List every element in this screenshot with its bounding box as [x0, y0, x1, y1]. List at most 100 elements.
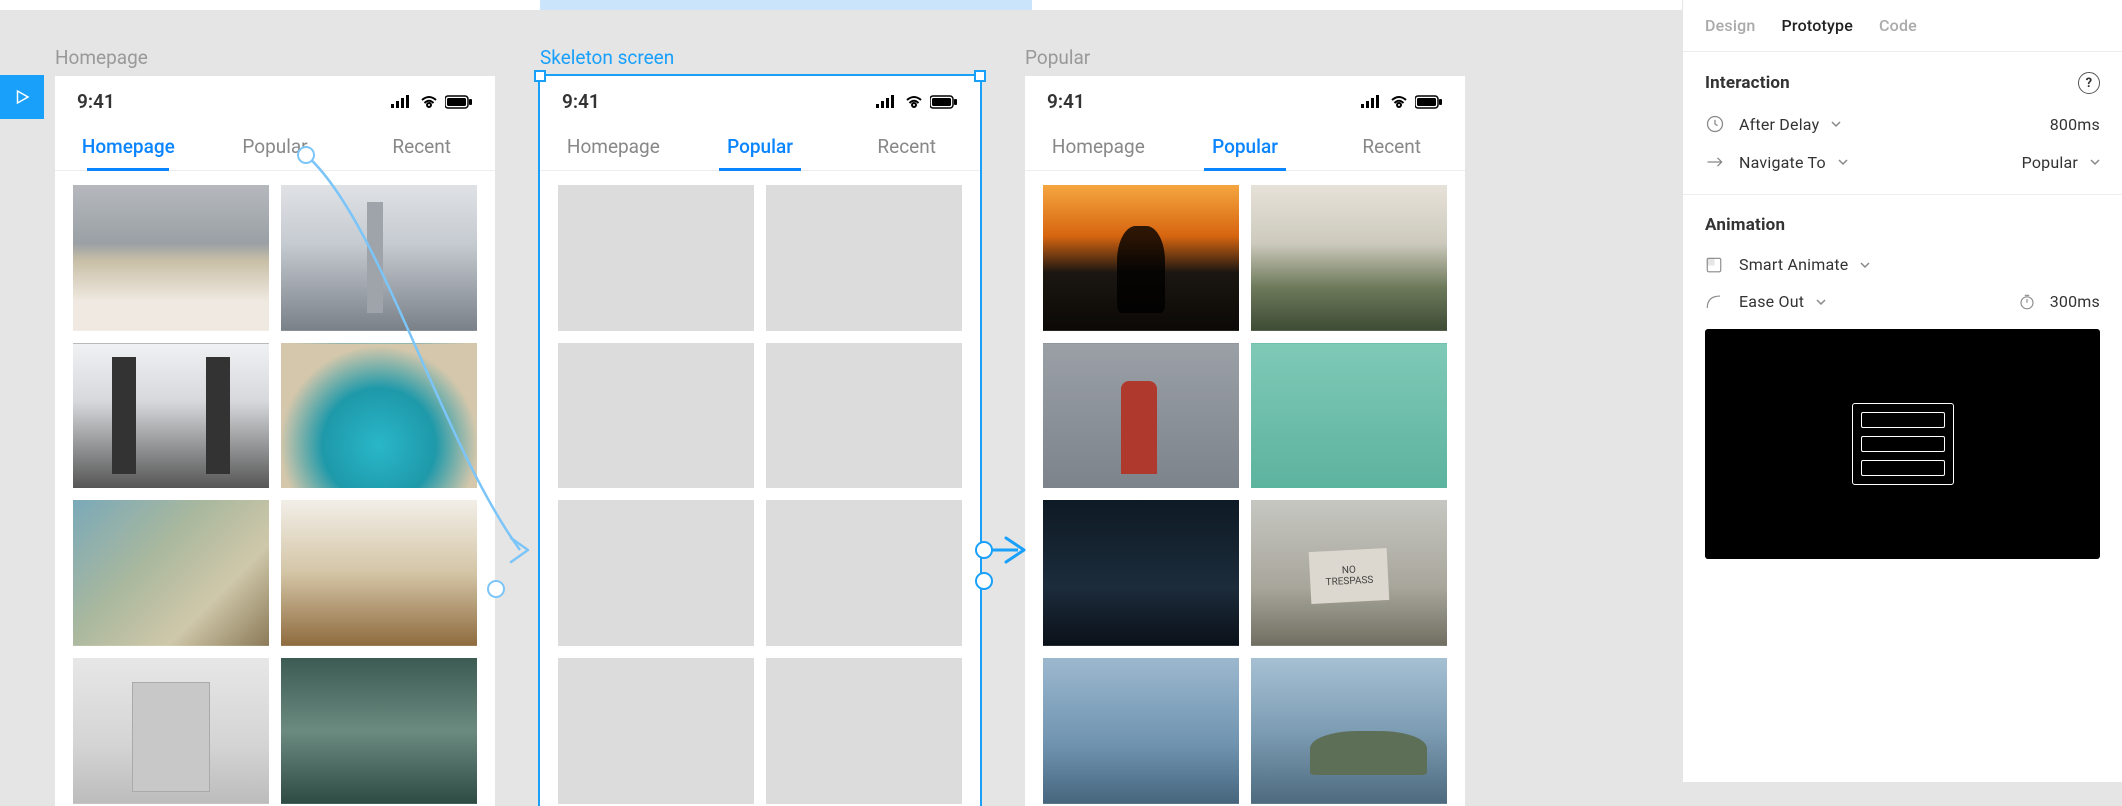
grid-image[interactable] — [1043, 500, 1239, 646]
frame-label-popular[interactable]: Popular — [1025, 46, 1090, 69]
action-target[interactable]: Popular — [2022, 153, 2078, 172]
frame-label-skeleton[interactable]: Skeleton screen — [540, 46, 674, 69]
selection-handle[interactable] — [974, 70, 986, 82]
prototype-node[interactable] — [487, 580, 505, 598]
chevron-down-icon — [1831, 119, 1841, 129]
grid-image[interactable] — [281, 343, 477, 489]
arrow-right-icon — [1705, 152, 1739, 172]
tab-homepage[interactable]: Homepage — [55, 125, 202, 170]
preview-graphic — [1852, 403, 1954, 485]
canvas[interactable]: Homepage 9:41 Homepage Popular Recent — [0, 10, 1682, 782]
skeleton-cell — [558, 500, 754, 646]
panel-tabs: Design Prototype Code — [1683, 0, 2122, 52]
wifi-icon — [1389, 95, 1409, 109]
prototype-node[interactable] — [975, 572, 993, 590]
frame-popular[interactable]: 9:41 Homepage Popular Recent — [1025, 76, 1465, 806]
skeleton-cell — [558, 343, 754, 489]
tab-recent[interactable]: Recent — [833, 125, 980, 170]
trigger-label: After Delay — [1739, 115, 1819, 134]
animation-preview[interactable] — [1705, 329, 2100, 559]
easing-row[interactable]: Ease Out 300ms — [1705, 292, 2100, 311]
skeleton-cell — [766, 658, 962, 804]
panel-tab-design[interactable]: Design — [1705, 16, 1756, 35]
animation-type-row[interactable]: Smart Animate — [1705, 255, 2100, 274]
panel-tab-code[interactable]: Code — [1879, 16, 1917, 35]
status-icons — [391, 95, 473, 109]
action-label: Navigate To — [1739, 153, 1826, 172]
skeleton-cell — [766, 343, 962, 489]
selection-handle[interactable] — [534, 70, 546, 82]
signal-icon — [876, 95, 898, 109]
content-tabs: Homepage Popular Recent — [1025, 119, 1465, 171]
prototype-origin-node[interactable] — [975, 541, 993, 559]
ease-curve-icon — [1705, 293, 1739, 311]
chevron-down-icon — [1816, 297, 1826, 307]
chevron-down-icon — [1860, 260, 1870, 270]
animation-section: Animation Smart Animate Ease Out — [1683, 195, 2122, 581]
grid-image[interactable] — [1043, 343, 1239, 489]
easing-label: Ease Out — [1739, 292, 1804, 311]
smart-animate-icon — [1705, 256, 1739, 274]
content-tabs: Homepage Popular Recent — [55, 119, 495, 171]
signal-icon — [1361, 95, 1383, 109]
grid-image[interactable] — [73, 658, 269, 804]
status-bar: 9:41 — [540, 76, 980, 119]
status-time: 9:41 — [562, 90, 600, 113]
battery-icon — [445, 95, 473, 109]
grid-image[interactable] — [281, 658, 477, 804]
skeleton-cell — [766, 185, 962, 331]
tab-homepage[interactable]: Homepage — [1025, 125, 1172, 170]
tab-recent[interactable]: Recent — [348, 125, 495, 170]
duration-value[interactable]: 300ms — [2050, 292, 2100, 311]
trigger-row[interactable]: After Delay 800ms — [1705, 114, 2100, 134]
skeleton-cell — [766, 500, 962, 646]
frame-label-homepage[interactable]: Homepage — [55, 46, 148, 69]
tab-recent[interactable]: Recent — [1318, 125, 1465, 170]
battery-icon — [1415, 95, 1443, 109]
tab-popular[interactable]: Popular — [202, 125, 349, 170]
present-button[interactable] — [0, 75, 44, 119]
grid-image[interactable] — [1043, 185, 1239, 331]
grid-image[interactable] — [1251, 658, 1447, 804]
tab-popular[interactable]: Popular — [687, 125, 834, 170]
prototype-origin-node[interactable] — [297, 146, 315, 164]
animation-heading: Animation — [1705, 215, 1785, 235]
action-row[interactable]: Navigate To Popular — [1705, 152, 2100, 172]
skeleton-cell — [558, 658, 754, 804]
chevron-down-icon — [2090, 157, 2100, 167]
grid-image[interactable] — [281, 185, 477, 331]
frame-homepage[interactable]: 9:41 Homepage Popular Recent — [55, 76, 495, 806]
grid-image[interactable] — [1251, 500, 1447, 646]
grid-image[interactable] — [73, 185, 269, 331]
panel-tab-prototype[interactable]: Prototype — [1782, 16, 1854, 35]
image-grid — [1025, 171, 1465, 806]
battery-icon — [930, 95, 958, 109]
interaction-section: Interaction ? After Delay 800ms Navigate… — [1683, 52, 2122, 195]
status-icons — [876, 95, 958, 109]
trigger-value[interactable]: 800ms — [2050, 115, 2100, 134]
help-icon[interactable]: ? — [2078, 72, 2100, 94]
content-tabs: Homepage Popular Recent — [540, 119, 980, 171]
ruler-selection — [540, 0, 1032, 10]
stopwatch-icon — [2018, 293, 2044, 311]
interaction-heading: Interaction — [1705, 73, 1790, 93]
clock-icon — [1705, 114, 1739, 134]
grid-image[interactable] — [281, 500, 477, 646]
status-time: 9:41 — [1047, 90, 1085, 113]
frame-skeleton[interactable]: 9:41 Homepage Popular Recent — [540, 76, 980, 806]
grid-image[interactable] — [73, 500, 269, 646]
grid-image[interactable] — [1251, 343, 1447, 489]
properties-panel: Design Prototype Code Interaction ? Afte… — [1682, 0, 2122, 782]
status-icons — [1361, 95, 1443, 109]
grid-image[interactable] — [1251, 185, 1447, 331]
grid-image[interactable] — [1043, 658, 1239, 804]
tab-popular[interactable]: Popular — [1172, 125, 1319, 170]
play-icon — [13, 88, 31, 106]
tab-homepage[interactable]: Homepage — [540, 125, 687, 170]
signal-icon — [391, 95, 413, 109]
image-grid — [55, 171, 495, 806]
grid-image[interactable] — [73, 343, 269, 489]
skeleton-cell — [558, 185, 754, 331]
skeleton-grid — [540, 171, 980, 806]
chevron-down-icon — [1838, 157, 1848, 167]
